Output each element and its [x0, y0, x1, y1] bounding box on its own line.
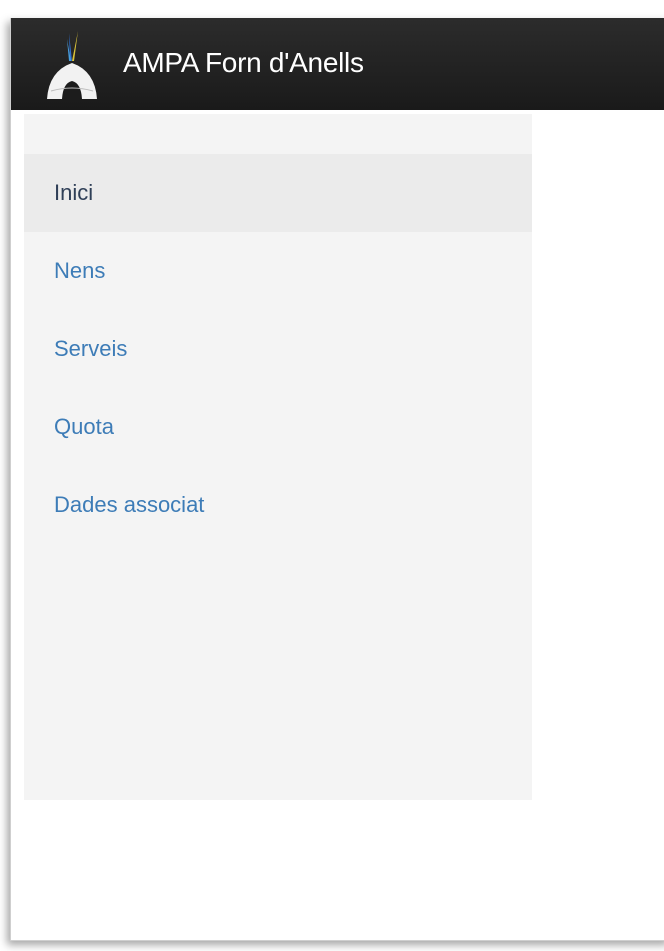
sidebar-nav: Inici Nens Serveis Quota Dades associat [24, 114, 532, 800]
brand-title[interactable]: AMPA Forn d'Anells [123, 46, 364, 80]
top-navbar: AMPA Forn d'Anells [11, 18, 664, 110]
app-window: AMPA Forn d'Anells Inici Nens Serveis Qu… [10, 18, 664, 941]
igloo-logo-icon[interactable] [45, 31, 99, 101]
sidebar-item-dades-associat[interactable]: Dades associat [24, 466, 532, 544]
sidebar-item-nens[interactable]: Nens [24, 232, 532, 310]
sidebar-item-inici[interactable]: Inici [24, 154, 532, 232]
sidebar-menu: Inici Nens Serveis Quota Dades associat [24, 154, 532, 544]
sidebar-item-serveis[interactable]: Serveis [24, 310, 532, 388]
sidebar-item-quota[interactable]: Quota [24, 388, 532, 466]
